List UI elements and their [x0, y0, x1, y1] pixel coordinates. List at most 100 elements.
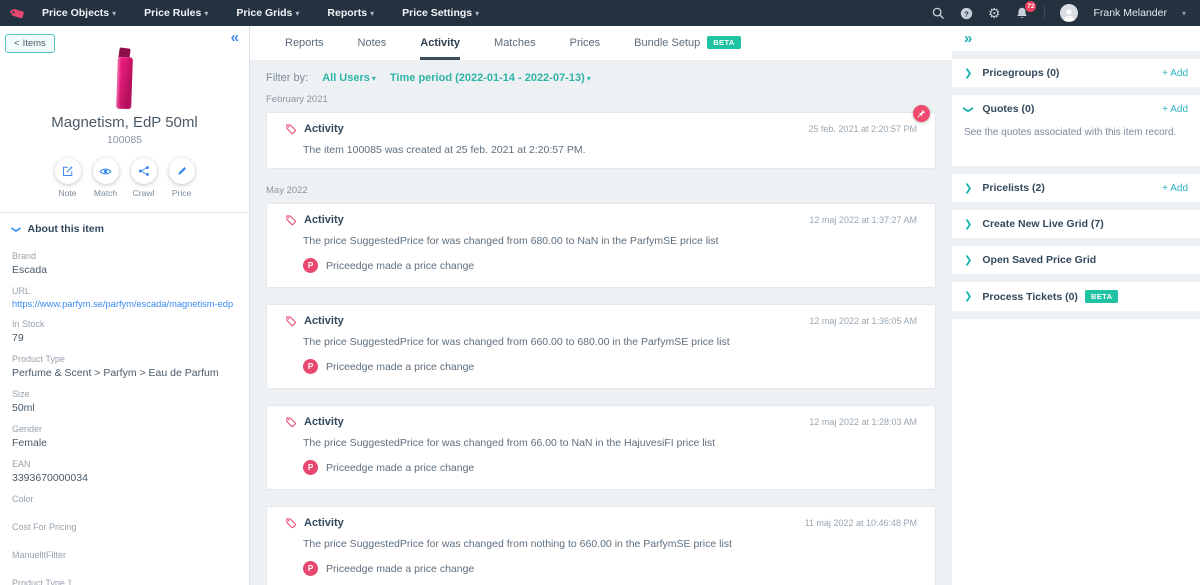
section-label[interactable]: Pricelists (2): [982, 182, 1044, 194]
menu-price-grids[interactable]: Price Grids ▾: [236, 7, 299, 19]
field-product-type: Product Type Perfume & Scent > Parfym > …: [12, 354, 219, 379]
chevron-down-icon[interactable]: ▾: [1182, 9, 1186, 18]
add-pricegroup-button[interactable]: + Add: [1162, 68, 1188, 79]
field-brand: Brand Escada: [12, 251, 48, 276]
activity-title: Activity: [304, 214, 344, 226]
item-detail-sidebar: < Items « Magnetism, EdP 50ml 100085 Note…: [0, 26, 250, 585]
field-cost-for-pricing: Cost For Pricing: [12, 522, 77, 532]
settings-gear-icon[interactable]: ⚙: [988, 6, 1001, 20]
month-heading: May 2022: [266, 185, 308, 196]
activity-timestamp: 12 maj 2022 at 1:37:27 AM: [809, 215, 917, 225]
menu-reports[interactable]: Reports ▾: [327, 7, 374, 19]
tab-reports[interactable]: Reports: [285, 26, 324, 60]
field-ean: EAN 3393670000034: [12, 459, 88, 484]
menu-price-objects[interactable]: Price Objects ▾: [42, 7, 116, 19]
activity-filters: Filter by: All Users ▾ Time period (2022-…: [266, 72, 936, 84]
collapse-right-panel-icon[interactable]: »: [964, 31, 972, 46]
chevron-down-icon: ▾: [370, 9, 375, 18]
chevron-right-icon[interactable]: ❯: [964, 255, 972, 266]
chevron-down-icon: ▾: [204, 9, 209, 18]
note-button[interactable]: Note: [54, 158, 81, 198]
activity-timestamp: 12 maj 2022 at 1:28:03 AM: [809, 417, 917, 427]
users-filter-dropdown[interactable]: All Users ▾: [322, 72, 376, 84]
priceedge-avatar: P: [303, 258, 318, 273]
activity-title: Activity: [304, 315, 344, 327]
activity-tag-icon: [285, 123, 297, 135]
crawl-button[interactable]: Crawl: [130, 158, 157, 198]
share-network-icon: [130, 158, 157, 184]
activity-body: The price SuggestedPrice for was changed…: [303, 538, 732, 550]
tab-bundle-setup[interactable]: Bundle Setup BETA: [634, 26, 741, 60]
chevron-down-icon: ▾: [586, 74, 591, 83]
section-label[interactable]: Process Tickets (0): [982, 291, 1078, 303]
menu-price-rules[interactable]: Price Rules ▾: [144, 7, 208, 19]
chevron-down-icon: ▾: [371, 74, 376, 83]
activity-body: The price SuggestedPrice for was changed…: [303, 336, 730, 348]
tab-activity[interactable]: Activity: [420, 26, 461, 60]
svg-text:?: ?: [964, 9, 969, 18]
section-label[interactable]: Create New Live Grid (7): [982, 218, 1103, 230]
activity-tag-icon: [285, 517, 297, 529]
notification-count-badge: 72: [1025, 1, 1037, 12]
open-saved-price-grid-section: ❯ Open Saved Price Grid: [952, 246, 1200, 274]
activity-timestamp: 12 maj 2022 at 1:36:05 AM: [809, 316, 917, 326]
section-label[interactable]: Pricegroups (0): [982, 67, 1059, 79]
product-action-buttons: Note Match Crawl Price: [0, 158, 249, 198]
priceedge-avatar: P: [303, 359, 318, 374]
activity-card: Activity 12 maj 2022 at 1:28:03 AM The p…: [266, 405, 936, 490]
field-gender: Gender Female: [12, 424, 48, 449]
product-url-link[interactable]: https://www.parfym.se/parfym/escada/magn…: [12, 299, 237, 309]
chevron-right-icon[interactable]: ❯: [964, 291, 972, 302]
process-tickets-section: ❯ Process Tickets (0) BETA: [952, 282, 1200, 311]
activity-body: The price SuggestedPrice for was changed…: [303, 235, 719, 247]
section-label[interactable]: Quotes (0): [982, 103, 1034, 115]
activity-tag-icon: [285, 315, 297, 327]
priceedge-avatar: P: [303, 460, 318, 475]
pin-icon[interactable]: [913, 105, 930, 122]
chevron-right-icon[interactable]: ❯: [964, 183, 972, 194]
tab-matches[interactable]: Matches: [494, 26, 536, 60]
user-avatar[interactable]: [1060, 4, 1079, 22]
pricelists-section: ❯ Pricelists (2) + Add: [952, 174, 1200, 202]
app-logo-tag-icon[interactable]: [0, 6, 34, 21]
product-image: [103, 47, 147, 110]
menu-price-settings[interactable]: Price Settings ▾: [402, 7, 479, 19]
help-icon[interactable]: ?: [960, 7, 973, 20]
tab-notes[interactable]: Notes: [358, 26, 387, 60]
tab-prices[interactable]: Prices: [570, 26, 601, 60]
activity-tag-icon: [285, 214, 297, 226]
top-navigation-bar: Price Objects ▾ Price Rules ▾ Price Grids ▾…: [0, 0, 1200, 26]
field-size: Size 50ml: [12, 389, 35, 414]
field-in-stock: In Stock 79: [12, 319, 45, 344]
match-button[interactable]: Match: [92, 158, 119, 198]
section-label[interactable]: Open Saved Price Grid: [982, 254, 1096, 266]
chevron-left-icon: <: [14, 38, 20, 49]
about-section-header[interactable]: ❯ About this item: [0, 213, 249, 241]
search-icon[interactable]: [931, 6, 945, 20]
month-heading: February 2021: [266, 94, 328, 105]
chevron-right-icon[interactable]: ❯: [964, 219, 972, 230]
filter-by-label: Filter by:: [266, 72, 309, 84]
add-quote-button[interactable]: + Add: [1162, 104, 1188, 115]
product-name: Magnetism, EdP 50ml: [51, 114, 198, 131]
chevron-right-icon[interactable]: ❯: [964, 68, 972, 79]
create-live-grid-section: ❯ Create New Live Grid (7): [952, 210, 1200, 238]
notifications-bell-icon[interactable]: 72: [1015, 1, 1037, 20]
user-name[interactable]: Frank Melander: [1093, 7, 1167, 19]
add-pricelist-button[interactable]: + Add: [1162, 183, 1188, 194]
price-button[interactable]: Price: [168, 158, 195, 198]
about-section-title: About this item: [27, 223, 104, 235]
beta-badge: BETA: [707, 36, 741, 49]
activity-card: Activity 12 maj 2022 at 1:36:05 AM The p…: [266, 304, 936, 389]
chevron-down-icon[interactable]: ❯: [963, 105, 974, 113]
activity-title: Activity: [304, 123, 344, 135]
collapse-left-panel-icon[interactable]: «: [231, 30, 239, 45]
divider: [1044, 6, 1046, 20]
related-records-sidebar: » ❯ Pricegroups (0) + Add ❯ Quotes (0) +…: [952, 26, 1200, 585]
activity-footer-text: Priceedge made a price change: [326, 360, 475, 373]
field-color: Color: [12, 494, 34, 504]
eye-icon: [92, 158, 119, 184]
time-period-filter-dropdown[interactable]: Time period (2022-01-14 - 2022-07-13) ▾: [390, 72, 591, 84]
back-to-items-button[interactable]: < Items: [5, 34, 55, 53]
field-url: URL https://www.parfym.se/parfym/escada/…: [0, 286, 249, 309]
